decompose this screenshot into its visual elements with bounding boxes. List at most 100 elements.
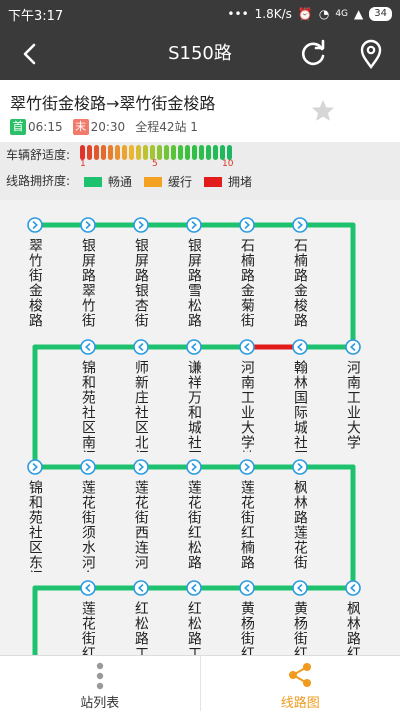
station-node-icon[interactable]: [80, 217, 96, 233]
station-node-icon[interactable]: [186, 217, 202, 233]
legend-slow-swatch: [144, 176, 162, 187]
page-title: S150路: [168, 43, 232, 64]
refresh-icon[interactable]: [298, 39, 328, 69]
station-node-icon[interactable]: [133, 339, 149, 355]
comfort-scale-bar: [171, 145, 176, 160]
station-label[interactable]: 河南工业大学: [345, 360, 360, 452]
station-node-icon[interactable]: [239, 339, 255, 355]
station-node-icon[interactable]: [292, 217, 308, 233]
station-label[interactable]: 翠竹街金梭路: [27, 238, 42, 330]
crowd-label: 线路拥挤度:: [6, 174, 71, 188]
comfort-scale: [80, 145, 232, 160]
station-node-icon[interactable]: [292, 339, 308, 355]
location-pin-icon[interactable]: [356, 38, 386, 70]
station-node-icon[interactable]: [186, 580, 202, 596]
network-speed: 1.8K/s: [254, 7, 292, 21]
station-count: 全程42站 1: [135, 120, 198, 134]
comfort-scale-bar: [164, 145, 169, 160]
first-bus-time: 06:15: [28, 119, 63, 134]
station-label[interactable]: 莲花街红松路: [186, 480, 201, 572]
comfort-scale-bar: [101, 145, 106, 160]
tab-station-list[interactable]: 站列表: [0, 656, 200, 711]
station-label[interactable]: 石楠路金菊街: [239, 238, 254, 330]
station-node-icon[interactable]: [345, 339, 361, 355]
station-label[interactable]: 莲花街西连河: [133, 480, 148, 572]
station-label[interactable]: 师新庄社区北门: [133, 360, 148, 452]
tab-route-map[interactable]: 线路图: [199, 656, 400, 711]
station-label[interactable]: 黄杨街红: [239, 601, 254, 655]
station-label[interactable]: 银屏路雪松路: [186, 238, 201, 330]
route-map: 翠竹街金梭路 银屏路翠竹街 银屏路银杏街 银屏路雪松路 石楠路金菊街 石楠路金梭路河南工业…: [0, 200, 400, 658]
status-time: 下午3:17: [8, 8, 64, 24]
station-node-icon[interactable]: [239, 580, 255, 596]
route-times: 首 06:15 末 20:30 全程42站 1: [10, 118, 198, 135]
alarm-icon: ⏰: [297, 7, 313, 21]
comfort-scale-bar: [143, 145, 148, 160]
comfort-scale-bar: [199, 145, 204, 160]
station-label[interactable]: 翰林国际城社区北门: [292, 360, 307, 452]
station-node-icon[interactable]: [80, 339, 96, 355]
station-label[interactable]: 莲花街红楠路: [239, 480, 254, 572]
more-icon: •••: [227, 7, 249, 21]
comfort-scale-bar: [80, 145, 85, 160]
station-label[interactable]: 莲花街红: [80, 601, 95, 655]
station-label[interactable]: 红松路工: [133, 601, 148, 655]
station-label[interactable]: 黄杨街红: [292, 601, 307, 655]
bottom-tab-bar: 站列表 线路图: [0, 655, 400, 711]
comfort-scale-mid: 5: [152, 159, 158, 169]
station-node-icon[interactable]: [27, 459, 43, 475]
station-node-icon[interactable]: [133, 580, 149, 596]
route-direction: 翠竹街金梭路→翠竹街金梭路: [10, 94, 216, 113]
signal-label: 4G: [335, 9, 349, 19]
comfort-scale-bar: [122, 145, 127, 160]
favorite-star-icon[interactable]: [310, 98, 336, 124]
station-label[interactable]: 银屏路翠竹街: [80, 238, 95, 330]
legend-jam-swatch: [204, 176, 222, 187]
station-node-icon[interactable]: [80, 580, 96, 596]
comfort-scale-bar: [178, 145, 183, 160]
legend-smooth-swatch: [84, 176, 102, 187]
comfort-scale-max: 10: [222, 159, 234, 169]
station-node-icon[interactable]: [239, 217, 255, 233]
route-info-panel: 翠竹街金梭路→翠竹街金梭路 首 06:15 末 20:30 全程42站 1: [0, 80, 400, 142]
comfort-scale-bar: [94, 145, 99, 160]
signal-icon: ▲: [354, 7, 364, 21]
station-label[interactable]: 谦祥万和城社区南门: [186, 360, 201, 452]
battery-badge: 34: [369, 7, 392, 21]
share-nodes-icon: [289, 663, 312, 687]
station-node-icon[interactable]: [292, 580, 308, 596]
status-bar: 下午3:17 ••• 1.8K/s ⏰ ◔ 4G ▲ 34: [0, 0, 400, 28]
station-label[interactable]: 石楠路金梭路: [292, 238, 307, 330]
legend-jam: 拥堵: [204, 173, 252, 190]
station-label[interactable]: 银屏路银杏街: [133, 238, 148, 330]
station-label[interactable]: 河南工业大学地铁站: [239, 360, 254, 452]
comfort-scale-bar: [115, 145, 120, 160]
station-node-icon[interactable]: [239, 459, 255, 475]
comfort-scale-bar: [108, 145, 113, 160]
list-dots-icon: [96, 662, 103, 690]
first-bus-tag: 首: [10, 118, 26, 135]
station-node-icon[interactable]: [186, 459, 202, 475]
station-node-icon[interactable]: [186, 339, 202, 355]
legend-panel: 车辆舒适度: 1 5 10 线路拥挤度: 畅通 缓行 拥堵: [0, 142, 400, 200]
station-node-icon[interactable]: [80, 459, 96, 475]
station-label[interactable]: 枫林路红: [345, 601, 360, 655]
station-node-icon[interactable]: [345, 580, 361, 596]
station-node-icon[interactable]: [292, 459, 308, 475]
comfort-scale-min: 1: [80, 159, 86, 169]
station-node-icon[interactable]: [27, 217, 43, 233]
comfort-scale-bar: [129, 145, 134, 160]
comfort-scale-bar: [150, 145, 155, 160]
station-label[interactable]: 红松路工: [186, 601, 201, 655]
header-bar: S150路: [0, 28, 400, 80]
station-label[interactable]: 锦和苑社区东门: [27, 480, 42, 572]
comfort-scale-bar: [136, 145, 141, 160]
station-label[interactable]: 莲花街须水河东路: [80, 480, 95, 572]
station-node-icon[interactable]: [133, 459, 149, 475]
comfort-scale-bar: [185, 145, 190, 160]
station-label[interactable]: 枫林路莲花街: [292, 480, 307, 572]
station-label[interactable]: 锦和苑社区南门: [80, 360, 95, 452]
wifi-icon: ◔: [318, 7, 330, 21]
station-node-icon[interactable]: [133, 217, 149, 233]
comfort-scale-bar: [206, 145, 211, 160]
